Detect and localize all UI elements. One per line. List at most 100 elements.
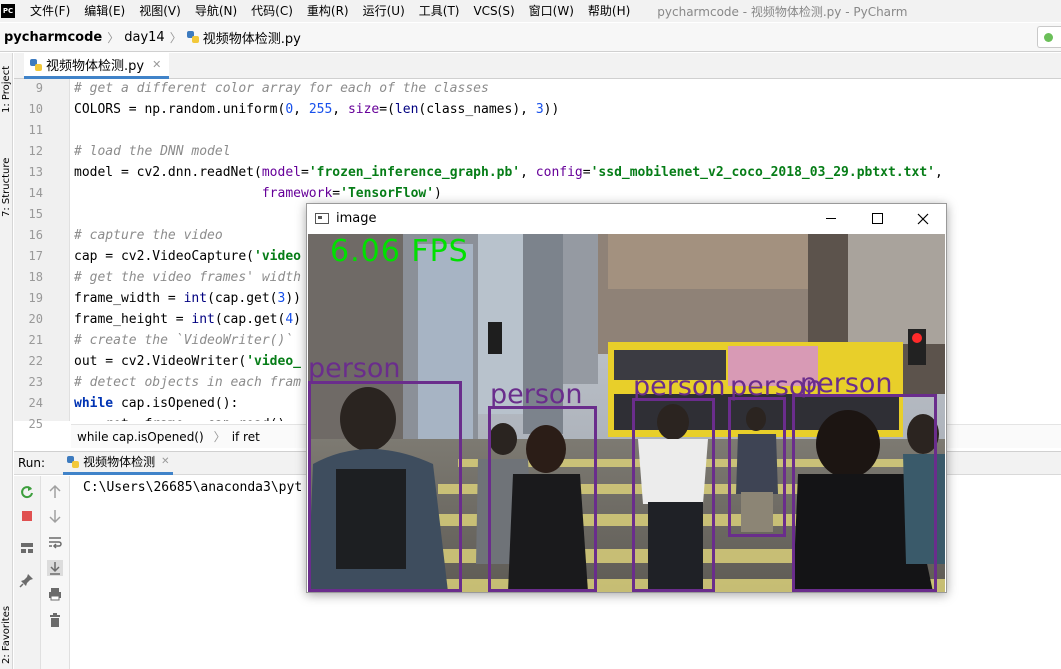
detection-label: person xyxy=(490,379,583,410)
rerun-icon[interactable] xyxy=(19,484,35,500)
layout-icon[interactable] xyxy=(19,540,35,556)
breadcrumb-file-label: 视频物体检测.py xyxy=(202,31,301,47)
run-label: Run: xyxy=(18,456,46,470)
menu-edit[interactable]: 编辑(E) xyxy=(77,0,132,22)
print-icon[interactable] xyxy=(47,586,63,602)
tab-structure[interactable]: 7: Structure xyxy=(0,149,13,225)
code-line[interactable]: while cap.isOpened(): xyxy=(74,396,238,411)
menu-tools[interactable]: 工具(T) xyxy=(412,0,467,22)
menu-refactor[interactable]: 重构(R) xyxy=(300,0,356,22)
minimize-button[interactable] xyxy=(808,204,854,233)
line-number: 18 xyxy=(28,270,43,284)
code-crumb-while[interactable]: while cap.isOpened() xyxy=(77,430,204,444)
code-line[interactable]: frame_height = int(cap.get(4) xyxy=(74,312,301,327)
detection-label: person xyxy=(800,368,893,399)
code-line[interactable]: out = cv2.VideoWriter('video_ xyxy=(74,354,301,369)
left-tool-strip: 1: Project 7: Structure 2: Favorites xyxy=(0,53,13,669)
line-number: 16 xyxy=(28,228,43,242)
detection-label: person xyxy=(308,353,401,384)
soft-wrap-icon[interactable] xyxy=(47,534,63,550)
code-line[interactable]: # capture the video xyxy=(74,228,223,243)
line-number: 25 xyxy=(28,417,43,431)
menu-bar: PC 文件(F) 编辑(E) 视图(V) 导航(N) 代码(C) 重构(R) 运… xyxy=(0,0,1061,22)
detection-box xyxy=(792,394,937,592)
line-number: 10 xyxy=(28,102,43,116)
line-number: 23 xyxy=(28,375,43,389)
window-title: pycharmcode - 视频物体检测.py - PyCharm xyxy=(657,4,908,19)
close-icon xyxy=(917,213,929,224)
line-number: 20 xyxy=(28,312,43,326)
tab-project[interactable]: 1: Project xyxy=(0,59,13,119)
pin-icon[interactable] xyxy=(19,572,35,588)
image-window-title: image xyxy=(336,211,377,226)
code-crumb-if[interactable]: if ret xyxy=(232,430,260,444)
line-number-gutter: 9 10 11 12 13 14 15 16 17 18 19 20 21 22 23 24 25 xyxy=(14,79,70,431)
line-number: 9 xyxy=(35,81,43,95)
arrow-down-icon[interactable] xyxy=(47,508,63,524)
maximize-button[interactable] xyxy=(854,204,900,233)
run-toolbar-secondary xyxy=(41,476,70,669)
menu-help[interactable]: 帮助(H) xyxy=(581,0,637,22)
menu-file[interactable]: 文件(F) xyxy=(23,0,77,22)
close-icon[interactable]: ✕ xyxy=(161,456,169,467)
editor-tab-file[interactable]: 视频物体检测.py ✕ xyxy=(24,53,170,79)
fps-overlay: 6.06 FPS xyxy=(330,234,469,269)
menu-window[interactable]: 窗口(W) xyxy=(522,0,581,22)
line-number: 24 xyxy=(28,396,43,410)
line-number: 11 xyxy=(28,123,43,137)
menu-vcs[interactable]: VCS(S) xyxy=(466,0,521,22)
breadcrumb-file[interactable]: 视频物体检测.py xyxy=(186,28,301,47)
line-number: 14 xyxy=(28,186,43,200)
python-file-icon xyxy=(30,58,42,71)
code-line[interactable]: # get a different color array for each o… xyxy=(74,81,489,96)
trash-icon[interactable] xyxy=(47,612,63,628)
code-line[interactable]: # create the `VideoWriter()` xyxy=(74,333,293,348)
code-line[interactable]: # load the DNN model xyxy=(74,144,231,159)
code-line[interactable]: ret, frame = cap.read() xyxy=(74,417,285,421)
code-line[interactable]: # get the video frames' width xyxy=(74,270,301,285)
video-frame: 6.06 FPS person person person person per… xyxy=(308,234,945,592)
line-number: 17 xyxy=(28,249,43,263)
detection-box xyxy=(308,381,462,592)
navigation-bar: pycharmcode 〉 day14 〉 视频物体检测.py xyxy=(0,23,1061,52)
code-line[interactable]: frame_width = int(cap.get(3)) xyxy=(74,291,301,306)
line-number: 13 xyxy=(28,165,43,179)
image-window[interactable]: image 6.06 FPS person person person pers… xyxy=(306,203,947,593)
python-file-icon xyxy=(186,31,199,43)
menu-code[interactable]: 代码(C) xyxy=(244,0,300,22)
breadcrumb-folder[interactable]: day14 xyxy=(124,30,164,45)
window-icon xyxy=(315,213,329,224)
close-button[interactable] xyxy=(900,204,946,233)
python-file-icon xyxy=(67,455,80,468)
code-line[interactable]: COLORS = np.random.uniform(0, 255, size=… xyxy=(74,102,559,117)
detection-box xyxy=(488,406,597,592)
code-line[interactable]: # detect objects in each fram xyxy=(74,375,301,390)
chevron-right-icon: 〉 xyxy=(213,430,226,444)
pycharm-logo-icon: PC xyxy=(1,4,15,18)
code-line[interactable]: framework='TensorFlow') xyxy=(74,186,442,201)
close-icon[interactable]: ✕ xyxy=(152,58,161,71)
image-window-titlebar[interactable]: image xyxy=(307,204,946,233)
detection-label: person xyxy=(633,371,726,402)
scroll-to-end-icon[interactable] xyxy=(47,560,63,576)
run-toolbar-primary xyxy=(14,476,41,669)
breadcrumb-project[interactable]: pycharmcode xyxy=(4,30,102,45)
editor-tab-bar: 视频物体检测.py ✕ xyxy=(14,53,1061,79)
tab-favorites[interactable]: 2: Favorites xyxy=(0,601,13,669)
code-line[interactable]: model = cv2.dnn.readNet(model='frozen_in… xyxy=(74,165,943,180)
run-tab-label: 视频物体检测 xyxy=(83,455,156,469)
stop-icon[interactable] xyxy=(19,508,35,524)
run-config-button[interactable] xyxy=(1037,26,1061,48)
code-line[interactable]: cap = cv2.VideoCapture('video xyxy=(74,249,301,264)
run-tab[interactable]: 视频物体检测 ✕ xyxy=(63,451,174,475)
line-number: 22 xyxy=(28,354,43,368)
line-number: 21 xyxy=(28,333,43,347)
chevron-right-icon: 〉 xyxy=(107,30,120,45)
editor-tab-label: 视频物体检测.py xyxy=(46,59,145,74)
menu-run[interactable]: 运行(U) xyxy=(356,0,412,22)
menu-view[interactable]: 视图(V) xyxy=(132,0,188,22)
detection-box xyxy=(728,397,786,537)
line-number: 19 xyxy=(28,291,43,305)
arrow-up-icon[interactable] xyxy=(47,484,63,500)
menu-navigate[interactable]: 导航(N) xyxy=(188,0,244,22)
